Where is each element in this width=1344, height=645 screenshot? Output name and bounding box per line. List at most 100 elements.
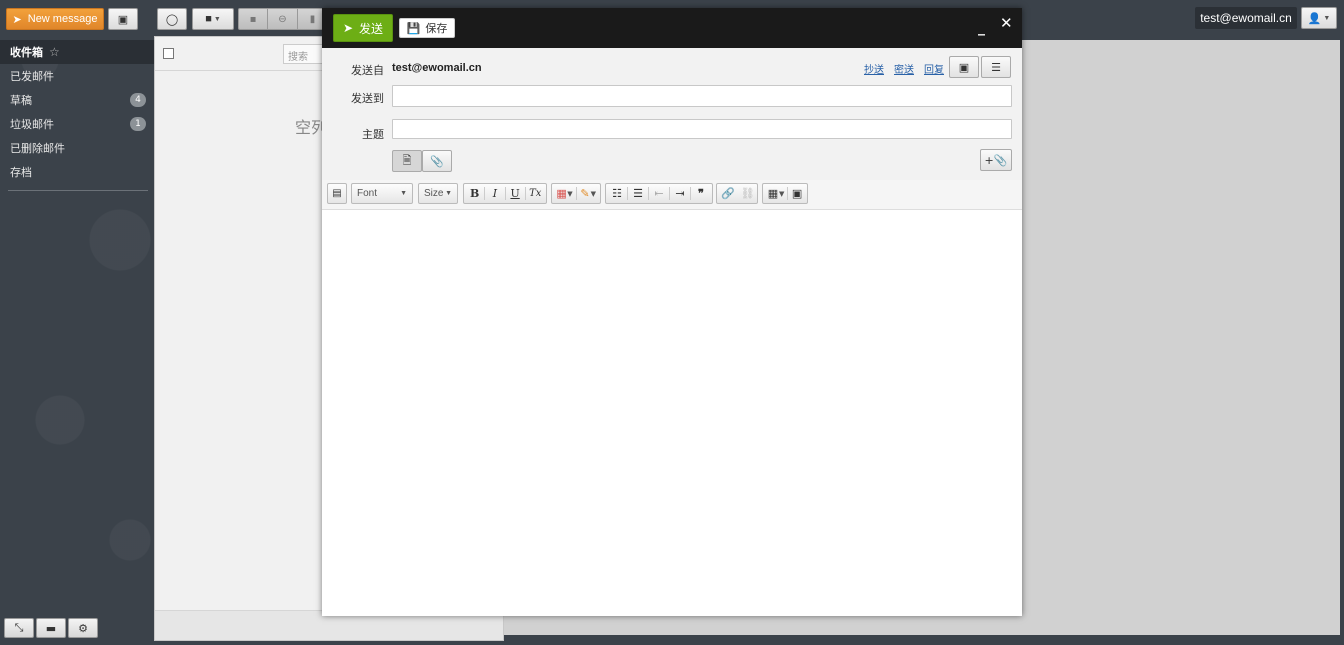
new-message-button[interactable]: ➤ New message: [6, 8, 104, 30]
text-color-icon[interactable]: ▦: [556, 187, 567, 200]
blockquote-icon[interactable]: ❞: [694, 187, 708, 200]
sidebar-item-trash[interactable]: 已删除邮件: [0, 136, 154, 160]
indent-icon[interactable]: ⇥: [673, 187, 687, 200]
italic-button[interactable]: I: [488, 187, 501, 200]
image-icon[interactable]: ▣: [791, 187, 803, 200]
add-attachment-button[interactable]: +📎: [980, 149, 1012, 171]
subject-input[interactable]: [392, 119, 1012, 139]
sidebar-item-sent[interactable]: 已发邮件: [0, 64, 154, 88]
chevron-down-icon: ▼: [590, 189, 596, 198]
compose-header: ➤ 发送 💾 保存 _ ✕: [322, 8, 1022, 48]
from-address[interactable]: test@ewomail.cn: [392, 62, 482, 74]
to-label: 发送到: [351, 92, 384, 105]
move-to-folder-button[interactable]: ■ ▼: [192, 8, 234, 30]
unread-count-badge: 1: [130, 117, 146, 131]
to-input[interactable]: [392, 85, 1012, 107]
folder-label: 存档: [10, 166, 32, 179]
message-body-editor[interactable]: [322, 210, 1022, 616]
font-select[interactable]: Font ▼: [351, 183, 413, 204]
folder-label: 收件箱: [10, 46, 43, 59]
save-button[interactable]: 💾 保存: [399, 18, 455, 38]
user-menu-button[interactable]: 👤 ▼: [1301, 7, 1337, 29]
settings-button[interactable]: ⚙: [68, 618, 98, 638]
refresh-button[interactable]: ◯: [157, 8, 187, 30]
search-input[interactable]: 搜索: [283, 44, 323, 64]
link-group: 🔗 ⛓: [716, 183, 758, 204]
divider: [648, 187, 649, 200]
select-all-checkbox[interactable]: [163, 48, 174, 59]
link-icon[interactable]: 🔗: [721, 187, 735, 200]
paperclip-icon: 📎: [430, 154, 444, 168]
send-label: 发送: [359, 21, 384, 36]
reply-to-link[interactable]: 回复: [924, 61, 944, 76]
archive-button[interactable]: ▪: [238, 8, 268, 30]
divider: [787, 187, 789, 200]
from-label: 发送自: [351, 64, 384, 77]
folder-sidebar: 收件箱 ☆ 已发邮件 草稿 4 垃圾邮件 1 已删除邮件 存档: [0, 40, 154, 610]
spam-icon: ⊖: [278, 13, 287, 25]
bold-button[interactable]: B: [468, 187, 481, 200]
user-icon: 👤: [1307, 12, 1322, 25]
divider: [504, 187, 506, 200]
sidebar-item-inbox[interactable]: 收件箱 ☆: [0, 40, 154, 64]
save-label: 保存: [425, 22, 448, 35]
send-button[interactable]: ➤ 发送: [333, 14, 393, 42]
contacts-button[interactable]: ▣: [949, 56, 979, 78]
background-color-icon[interactable]: ✎: [579, 187, 590, 200]
bcc-link[interactable]: 密送: [894, 61, 914, 76]
size-select-label: Size: [424, 188, 444, 199]
source-mode-button[interactable]: ▤: [327, 183, 347, 204]
unlink-icon[interactable]: ⛓: [741, 187, 755, 200]
compose-window: ➤ 发送 💾 保存 _ ✕ 发送自 test@ewomail.cn 抄送 密送 …: [322, 8, 1022, 616]
account-email[interactable]: test@ewomail.cn: [1195, 7, 1297, 29]
numbered-list-icon[interactable]: ☷: [610, 187, 624, 200]
close-icon[interactable]: ✕: [1000, 14, 1014, 34]
floppy-disk-icon: 💾: [406, 21, 421, 35]
star-icon[interactable]: ☆: [49, 45, 60, 59]
clear-format-button[interactable]: Tx: [529, 188, 542, 199]
divider: [524, 187, 526, 200]
divider: [484, 187, 486, 200]
sidebar-bottom-toolbar: ⤡ ▬ ⚙: [4, 618, 98, 638]
chevron-down-icon: ▼: [445, 190, 452, 197]
collapse-sidebar-button[interactable]: ⤡: [4, 618, 34, 638]
send-plane-icon: ➤: [12, 13, 22, 26]
send-plane-icon: ➤: [342, 21, 354, 35]
chevron-down-icon: ▼: [567, 189, 573, 198]
sidebar-item-drafts[interactable]: 草稿 4: [0, 88, 154, 112]
source-document-icon: ▤: [332, 188, 342, 199]
chevron-down-icon: ▼: [778, 189, 785, 198]
subject-label: 主题: [362, 128, 384, 141]
size-select[interactable]: Size ▼: [418, 183, 458, 204]
folder-label: 草稿: [10, 94, 32, 107]
trash-icon: ▮: [309, 13, 316, 25]
divider: [575, 187, 577, 200]
folder-add-icon: ▬: [45, 621, 57, 635]
plain-text-mode-button[interactable]: 🗎: [392, 150, 422, 172]
cc-link[interactable]: 抄送: [864, 61, 884, 76]
minimize-icon[interactable]: _: [978, 20, 992, 36]
divider: [669, 187, 670, 200]
compose-menu-button[interactable]: ☰: [981, 56, 1011, 78]
folder-icon: ■: [205, 13, 212, 25]
chevron-down-icon: ▼: [1321, 14, 1331, 22]
contact-card-icon: ▣: [117, 13, 129, 26]
attach-button[interactable]: 📎: [422, 150, 452, 172]
create-folder-button[interactable]: ▬: [36, 618, 66, 638]
sidebar-item-archive[interactable]: 存档: [0, 160, 154, 184]
bullet-list-icon[interactable]: ☰: [631, 187, 645, 200]
editor-toolbar: ▤ Font ▼ Size ▼ B I U Tx ▦ ▼ ✎ ▼ ☷ ☰ ⇤ ⇥…: [322, 180, 1022, 210]
unread-count-badge: 4: [130, 93, 146, 107]
message-action-group: ▪ ⊖ ▮: [238, 8, 328, 30]
spam-button[interactable]: ⊖: [268, 8, 298, 30]
folder-label: 已发邮件: [10, 70, 54, 83]
underline-button[interactable]: U: [508, 187, 521, 200]
collapse-icon: ⤡: [14, 621, 24, 634]
outdent-icon[interactable]: ⇤: [652, 187, 666, 200]
refresh-icon: ◯: [165, 13, 179, 26]
sidebar-divider: [8, 190, 148, 191]
sidebar-item-spam[interactable]: 垃圾邮件 1: [0, 112, 154, 136]
divider: [690, 187, 691, 200]
contacts-button[interactable]: ▣: [108, 8, 138, 30]
table-icon[interactable]: ▦: [767, 187, 779, 200]
